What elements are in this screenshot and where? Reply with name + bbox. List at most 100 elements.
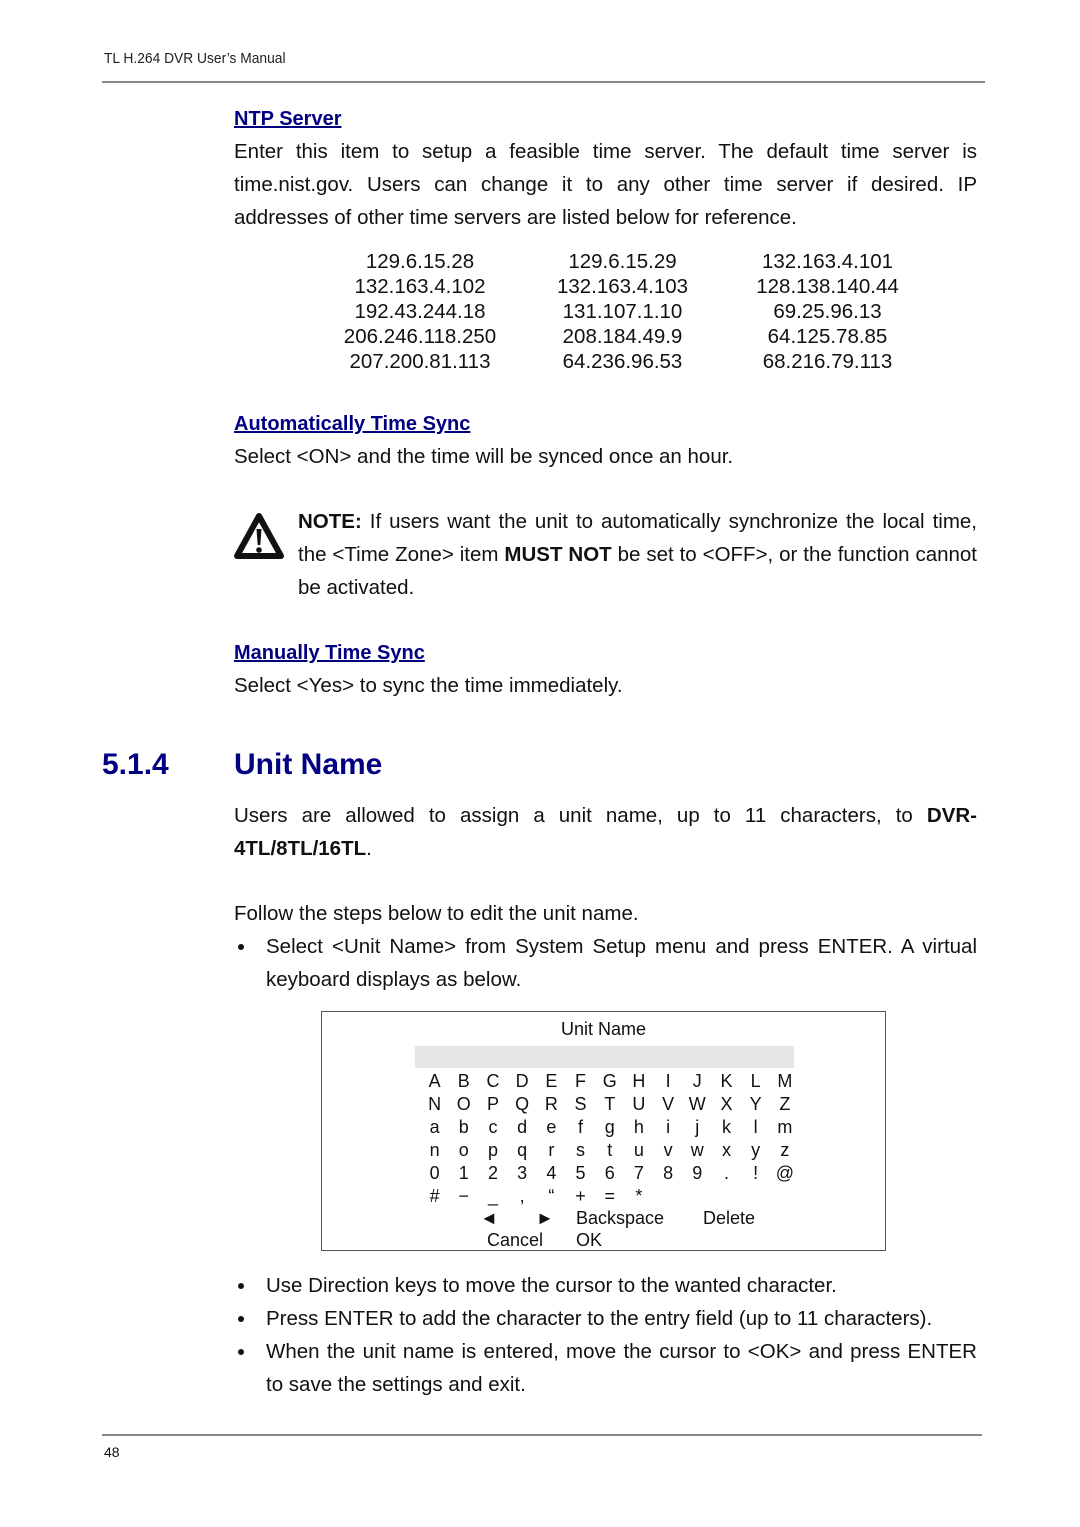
backspace-key[interactable]: Backspace bbox=[576, 1207, 664, 1230]
keyboard-key[interactable]: + bbox=[566, 1185, 595, 1208]
keyboard-key[interactable]: z bbox=[770, 1139, 799, 1162]
keyboard-key[interactable]: T bbox=[595, 1093, 624, 1116]
keyboard-key[interactable]: V bbox=[654, 1093, 683, 1116]
follow-steps-text: Follow the steps below to edit the unit … bbox=[234, 902, 639, 925]
keyboard-key[interactable]: Y bbox=[741, 1093, 770, 1116]
keyboard-key[interactable]: − bbox=[449, 1185, 478, 1208]
ip-address: 68.216.79.113 bbox=[762, 350, 893, 373]
keyboard-key[interactable]: x bbox=[712, 1139, 741, 1162]
keyboard-key[interactable]: p bbox=[478, 1139, 507, 1162]
ok-key[interactable]: OK bbox=[576, 1229, 602, 1252]
keyboard-key[interactable]: , bbox=[508, 1185, 537, 1208]
keyboard-key[interactable]: R bbox=[537, 1093, 566, 1116]
left-arrow-key[interactable]: ◄ bbox=[480, 1207, 498, 1230]
keyboard-key[interactable]: y bbox=[741, 1139, 770, 1162]
keyboard-key[interactable]: 0 bbox=[420, 1162, 449, 1185]
ip-row: 207.200.81.113 64.236.96.53 68.216.79.113 bbox=[320, 349, 930, 374]
ip-address: 128.138.140.44 bbox=[756, 275, 899, 298]
keyboard-row: # − _, “+ = * bbox=[420, 1185, 799, 1208]
unit-name-entry-field[interactable] bbox=[415, 1046, 794, 1068]
delete-key[interactable]: Delete bbox=[703, 1207, 755, 1230]
keyboard-key[interactable]: 7 bbox=[624, 1162, 653, 1185]
keyboard-key[interactable]: g bbox=[595, 1116, 624, 1139]
step-text: Press ENTER to add the character to the … bbox=[266, 1307, 933, 1330]
keyboard-key[interactable]: o bbox=[449, 1139, 478, 1162]
keyboard-key[interactable]: “ bbox=[537, 1185, 566, 1208]
keyboard-key[interactable]: K bbox=[712, 1070, 741, 1093]
keyboard-key[interactable]: b bbox=[449, 1116, 478, 1139]
keyboard-key[interactable]: e bbox=[537, 1116, 566, 1139]
keyboard-key[interactable]: E bbox=[537, 1070, 566, 1093]
keyboard-key[interactable]: # bbox=[420, 1185, 449, 1208]
keyboard-key[interactable]: s bbox=[566, 1139, 595, 1162]
keyboard-key[interactable]: D bbox=[508, 1070, 537, 1093]
keyboard-key[interactable]: * bbox=[624, 1185, 653, 1208]
keyboard-key[interactable]: a bbox=[420, 1116, 449, 1139]
keyboard-key[interactable]: Q bbox=[508, 1093, 537, 1116]
keyboard-key[interactable]: @ bbox=[770, 1162, 799, 1185]
keyboard-key[interactable]: q bbox=[508, 1139, 537, 1162]
keyboard-key[interactable]: m bbox=[770, 1116, 799, 1139]
keyboard-key[interactable]: 8 bbox=[654, 1162, 683, 1185]
ntp-server-heading[interactable]: NTP Server bbox=[234, 108, 341, 131]
keyboard-key[interactable]: f bbox=[566, 1116, 595, 1139]
list-item: Select <Unit Name> from System Setup men… bbox=[234, 930, 977, 996]
keyboard-key[interactable]: Z bbox=[770, 1093, 799, 1116]
keyboard-key[interactable]: v bbox=[654, 1139, 683, 1162]
keyboard-key[interactable]: ! bbox=[741, 1162, 770, 1185]
keyboard-key[interactable]: S bbox=[566, 1093, 595, 1116]
keyboard-key[interactable]: M bbox=[770, 1070, 799, 1093]
keyboard-key[interactable]: W bbox=[683, 1093, 712, 1116]
manual-title: TL H.264 DVR User’s Manual bbox=[104, 50, 286, 67]
keyboard-key[interactable]: c bbox=[478, 1116, 507, 1139]
keyboard-key[interactable]: 2 bbox=[478, 1162, 507, 1185]
manual-sync-heading[interactable]: Manually Time Sync bbox=[234, 642, 425, 665]
keyboard-key[interactable]: = bbox=[595, 1185, 624, 1208]
keyboard-key[interactable]: u bbox=[624, 1139, 653, 1162]
ip-address: 64.125.78.85 bbox=[767, 325, 888, 348]
cancel-key[interactable]: Cancel bbox=[487, 1229, 543, 1252]
keyboard-key[interactable]: J bbox=[683, 1070, 712, 1093]
keyboard-key[interactable]: l bbox=[741, 1116, 770, 1139]
keyboard-key[interactable]: _ bbox=[478, 1185, 507, 1208]
keyboard-key[interactable]: I bbox=[654, 1070, 683, 1093]
keyboard-key[interactable]: L bbox=[741, 1070, 770, 1093]
warning-icon bbox=[234, 513, 284, 559]
keyboard-key[interactable]: N bbox=[420, 1093, 449, 1116]
step-text: Use Direction keys to move the cursor to… bbox=[266, 1274, 837, 1297]
keyboard-key[interactable]: 3 bbox=[508, 1162, 537, 1185]
keyboard-key[interactable]: 9 bbox=[683, 1162, 712, 1185]
keyboard-key[interactable]: O bbox=[449, 1093, 478, 1116]
keyboard-key[interactable]: X bbox=[712, 1093, 741, 1116]
keyboard-key[interactable]: h bbox=[624, 1116, 653, 1139]
keyboard-key[interactable]: 5 bbox=[566, 1162, 595, 1185]
keyboard-row: 0 1 2 3 4 5 6 7 8 9.! @ bbox=[420, 1162, 799, 1185]
keyboard-key[interactable]: j bbox=[683, 1116, 712, 1139]
keyboard-key[interactable]: P bbox=[478, 1093, 507, 1116]
keyboard-key[interactable]: . bbox=[712, 1162, 741, 1185]
keyboard-key[interactable]: n bbox=[420, 1139, 449, 1162]
keyboard-key[interactable]: H bbox=[624, 1070, 653, 1093]
ip-row: 132.163.4.102 132.163.4.103 128.138.140.44 bbox=[320, 274, 930, 299]
ip-address: 192.43.244.18 bbox=[354, 300, 486, 323]
keyboard-key[interactable]: U bbox=[624, 1093, 653, 1116]
right-arrow-key[interactable]: ► bbox=[536, 1207, 554, 1230]
keyboard-key[interactable]: t bbox=[595, 1139, 624, 1162]
keyboard-key[interactable]: k bbox=[712, 1116, 741, 1139]
keyboard-key[interactable]: i bbox=[654, 1116, 683, 1139]
keyboard-key[interactable]: 4 bbox=[537, 1162, 566, 1185]
keyboard-key[interactable]: F bbox=[566, 1070, 595, 1093]
keyboard-key[interactable]: 6 bbox=[595, 1162, 624, 1185]
ntp-ip-table: 129.6.15.28 129.6.15.29 132.163.4.101 132.1… bbox=[320, 249, 930, 374]
virtual-keyboard: Unit Name ABCDEFGHIJKLMNOPQRSTUVWXYZabcd… bbox=[321, 1011, 886, 1251]
keyboard-key[interactable]: w bbox=[683, 1139, 712, 1162]
keyboard-key[interactable]: r bbox=[537, 1139, 566, 1162]
ip-row: 206.246.118.250 208.184.49.9 64.125.78.85 bbox=[320, 324, 930, 349]
keyboard-key[interactable]: G bbox=[595, 1070, 624, 1093]
auto-sync-heading[interactable]: Automatically Time Sync bbox=[234, 413, 470, 436]
keyboard-key[interactable]: A bbox=[420, 1070, 449, 1093]
keyboard-key[interactable]: C bbox=[478, 1070, 507, 1093]
keyboard-key[interactable]: 1 bbox=[449, 1162, 478, 1185]
keyboard-key[interactable]: B bbox=[449, 1070, 478, 1093]
keyboard-key[interactable]: d bbox=[508, 1116, 537, 1139]
